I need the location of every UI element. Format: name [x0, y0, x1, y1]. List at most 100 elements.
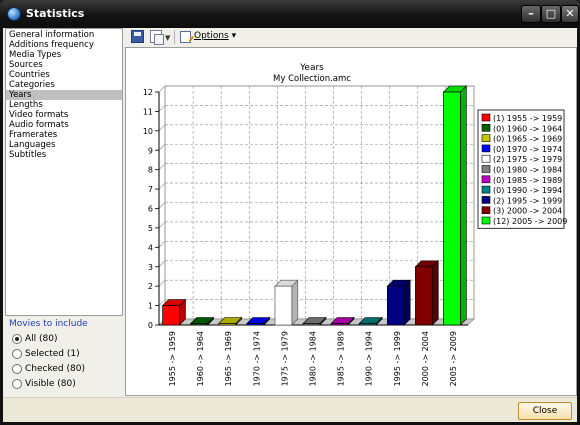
legend-label: (2) 1975 -> 1979 [493, 155, 562, 164]
bar-side [431, 260, 439, 326]
x-tick-label: 1975 -> 1979 [280, 331, 289, 386]
bar [443, 91, 461, 326]
section-item[interactable]: Media Types [6, 50, 122, 60]
legend-label: (0) 1985 -> 1989 [493, 176, 562, 185]
section-item[interactable]: Audio formats [6, 120, 122, 130]
options-label: Options [194, 31, 229, 41]
close-window-button[interactable]: ✕ [561, 5, 579, 23]
section-item[interactable]: Languages [6, 140, 122, 150]
movies-radio-option[interactable]: Visible (80) [12, 378, 76, 390]
movies-radio-option[interactable]: Checked (80) [12, 363, 85, 375]
movies-radio-option[interactable]: All (80) [12, 333, 58, 345]
section-item[interactable]: Countries [6, 70, 122, 80]
bar [246, 323, 265, 326]
bar [274, 285, 293, 326]
bar-side [403, 279, 411, 326]
copy-icon[interactable] [150, 30, 164, 45]
bar [358, 323, 377, 326]
section-item[interactable]: Subtitles [6, 150, 122, 160]
close-button[interactable]: Close [518, 402, 572, 420]
x-tick-label: 1990 -> 1994 [365, 331, 374, 386]
bar-side [291, 279, 299, 326]
y-tick-label: 4 [148, 243, 153, 252]
legend-label: (0) 1970 -> 1974 [493, 145, 562, 154]
legend-swatch [481, 216, 491, 225]
legend-swatch [481, 113, 491, 122]
y-tick-label: 3 [148, 263, 153, 272]
legend-label: (3) 2000 -> 2004 [493, 207, 562, 216]
movies-radio-option[interactable]: Selected (1) [12, 348, 80, 360]
x-tick-label: 1980 -> 1984 [309, 331, 318, 386]
radio-label: All (80) [25, 334, 58, 344]
section-item[interactable]: Framerates [6, 130, 122, 140]
chevron-down-icon[interactable]: ▼ [165, 34, 170, 42]
grid-line [158, 105, 166, 112]
radio-button[interactable] [12, 379, 22, 389]
y-tick-label: 11 [143, 107, 153, 116]
grid-line [158, 221, 166, 229]
x-tick-label: 1970 -> 1974 [252, 331, 261, 386]
minimize-button[interactable]: – [521, 5, 541, 23]
years-chart: YearsMy Collection.amc012345678910111219… [143, 63, 568, 386]
radio-label: Checked (80) [25, 364, 85, 374]
title-bar[interactable]: Statistics – □ ✕ [0, 0, 580, 28]
grid-line [158, 124, 166, 132]
chart-title: Years [299, 63, 324, 73]
legend-label: (1) 1955 -> 1959 [493, 114, 562, 123]
movies-to-include-label: Movies to include [9, 319, 88, 329]
chart-panel: Years My Collection.amc 0 1 2 3 4 5 6 7 8 9 10 11 12 19… [125, 47, 577, 396]
legend-swatch [481, 134, 491, 142]
grid-line [158, 163, 166, 170]
chart-subtitle: My Collection.amc [273, 74, 351, 84]
legend-swatch [481, 196, 491, 204]
legend-swatch [481, 165, 491, 173]
y-tick-label: 0 [148, 321, 153, 330]
legend-swatch [481, 206, 491, 214]
section-item[interactable]: General information [6, 30, 122, 40]
section-item[interactable]: Categories [6, 80, 122, 90]
section-item[interactable]: Video formats [6, 110, 122, 120]
radio-button[interactable] [12, 364, 22, 374]
options-icon[interactable] [180, 31, 191, 43]
bar [330, 323, 349, 326]
bar [302, 323, 321, 326]
legend-label: (0) 1960 -> 1964 [493, 124, 562, 133]
bar [415, 266, 433, 326]
section-list[interactable]: General information Additions frequency Me… [5, 28, 123, 316]
maximize-button[interactable]: □ [541, 5, 561, 23]
x-tick-label: 1965 -> 1969 [224, 331, 233, 386]
radio-button[interactable] [12, 349, 22, 359]
legend-label: (2) 1995 -> 1999 [493, 196, 562, 205]
section-item[interactable]: Years [6, 90, 122, 100]
footer-bar: Close [3, 397, 577, 422]
grid-line [158, 202, 166, 209]
legend-label: (0) 1990 -> 1994 [493, 186, 562, 195]
radio-label: Visible (80) [25, 379, 76, 389]
grid-line [158, 279, 166, 287]
section-item[interactable]: Lengths [6, 100, 122, 110]
legend-swatch [481, 144, 491, 153]
client-area: General information Additions frequency Me… [3, 28, 577, 422]
legend-swatch [481, 175, 491, 184]
toolbar: ▼ Options ▾ [126, 28, 577, 46]
y-tick-label: 2 [148, 282, 153, 291]
window-title: Statistics [26, 7, 85, 20]
grid-line [158, 260, 166, 267]
y-tick-label: 9 [148, 146, 153, 155]
section-item[interactable]: Sources [6, 60, 122, 70]
y-tick-label: 8 [148, 166, 153, 175]
radio-button[interactable] [12, 334, 22, 344]
y-tick-label: 5 [148, 224, 153, 233]
x-tick-label: 2005 -> 2009 [449, 331, 458, 386]
grid-line [158, 241, 166, 248]
y-tick-label: 7 [148, 185, 153, 194]
x-tick-label: 1955 -> 1959 [168, 331, 177, 386]
options-menu-button[interactable]: Options ▾ [194, 31, 236, 41]
legend-label: (12) 2005 -> 2009 [493, 217, 567, 226]
grid-line [158, 144, 166, 151]
save-icon[interactable] [131, 30, 144, 43]
bar [162, 305, 180, 326]
section-item[interactable]: Additions frequency [6, 40, 122, 50]
x-tick-label: 1960 -> 1964 [196, 331, 205, 386]
bar [218, 323, 237, 326]
